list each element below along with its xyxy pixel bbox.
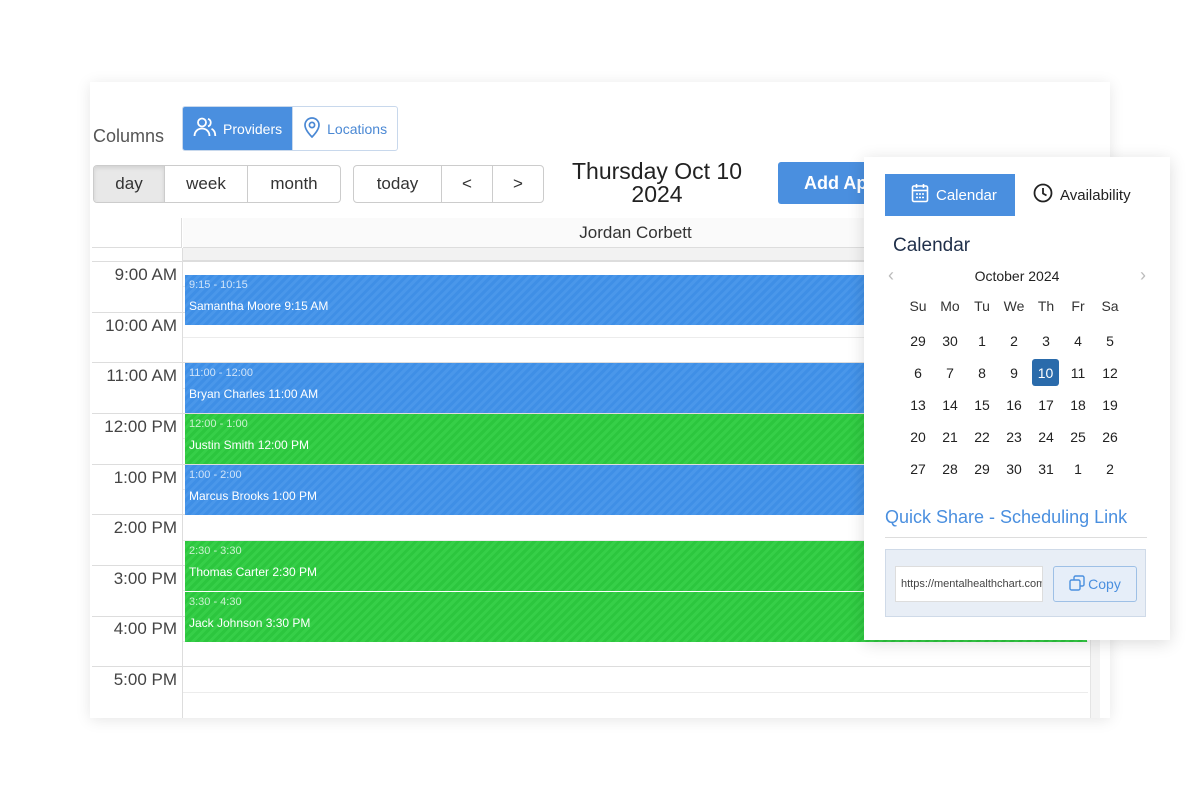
quick-share-title: Quick Share - Scheduling Link: [885, 507, 1128, 527]
mini-calendar-day[interactable]: 20: [902, 421, 934, 453]
time-label: 9:00 AM: [114, 265, 177, 284]
chevron-right-icon[interactable]: ›: [1140, 265, 1146, 285]
weekday-label: Fr: [1071, 298, 1085, 314]
calendar-icon: [911, 183, 929, 207]
tab-availability[interactable]: Availability: [1015, 174, 1131, 216]
mini-calendar-header: ‹ October 2024 ›: [886, 265, 1148, 287]
view-switcher: day week month: [93, 165, 341, 203]
columns-label: Columns: [93, 126, 165, 146]
mini-calendar-day[interactable]: 30: [998, 453, 1030, 485]
week-view-button[interactable]: week: [164, 166, 247, 202]
tab-calendar[interactable]: Calendar: [885, 174, 1015, 216]
mini-calendar-day[interactable]: 18: [1062, 389, 1094, 421]
mini-calendar-day[interactable]: 3: [1030, 325, 1062, 357]
tab-calendar-label: Calendar: [936, 186, 997, 204]
mini-calendar-day[interactable]: 28: [934, 453, 966, 485]
mini-calendar-day[interactable]: 29: [966, 453, 998, 485]
gutter-header: [92, 218, 182, 248]
time-label: 4:00 PM: [113, 619, 177, 638]
location-pin-icon: [303, 116, 321, 141]
copy-button[interactable]: Copy: [1053, 566, 1137, 602]
month-label: October 2024: [974, 268, 1060, 284]
users-icon: [193, 116, 217, 141]
weekday-label: Su: [909, 298, 927, 314]
copy-icon: [1069, 574, 1085, 594]
weekday-label: Mo: [940, 298, 960, 314]
time-label: 2:00 PM: [113, 518, 177, 537]
half-hour-line: [183, 692, 1088, 693]
mini-calendar-day[interactable]: 16: [998, 389, 1030, 421]
time-label: 12:00 PM: [104, 417, 177, 436]
mini-calendar-day[interactable]: 7: [934, 357, 966, 389]
columns-locations-button[interactable]: Locations: [292, 107, 397, 150]
date-title-line1: Thursday Oct 10: [571, 158, 743, 184]
mini-calendar-day[interactable]: 2: [1094, 453, 1126, 485]
mini-calendar-day[interactable]: 31: [1030, 453, 1062, 485]
mini-calendar-day[interactable]: 8: [966, 357, 998, 389]
tab-availability-label: Availability: [1060, 186, 1131, 204]
mini-calendar-day[interactable]: 25: [1062, 421, 1094, 453]
mini-calendar-day[interactable]: 24: [1030, 421, 1062, 453]
columns-providers-button[interactable]: Providers: [183, 107, 293, 150]
today-button[interactable]: today: [354, 166, 441, 202]
time-label: 11:00 AM: [106, 366, 177, 385]
mini-calendar-day[interactable]: 10: [1032, 359, 1059, 386]
time-label: 5:00 PM: [113, 670, 177, 689]
month-view-button[interactable]: month: [247, 166, 340, 202]
time-label: 10:00 AM: [105, 316, 177, 335]
hour-line: [92, 666, 1100, 667]
date-title: Thursday Oct 10 2024: [552, 160, 762, 206]
previous-button[interactable]: <: [441, 166, 492, 202]
mini-calendar-day[interactable]: 14: [934, 389, 966, 421]
next-button[interactable]: >: [492, 166, 543, 202]
day-grid-mini: 29 30 1 2 3 4 5 6 7 8 9 10 11 12 13 14 15 16 17 18 19 20 21 22 2…: [902, 325, 1148, 485]
mini-calendar-day[interactable]: 5: [1094, 325, 1126, 357]
panel-heading: Calendar: [893, 235, 971, 256]
weekday-label: Th: [1037, 298, 1055, 314]
mini-calendar-day[interactable]: 27: [902, 453, 934, 485]
mini-calendar-day[interactable]: 23: [998, 421, 1030, 453]
mini-calendar-day[interactable]: 1: [966, 325, 998, 357]
mini-calendar-day[interactable]: 22: [966, 421, 998, 453]
date-navigation: today < >: [353, 165, 544, 203]
chevron-left-icon[interactable]: ‹: [888, 265, 894, 285]
panel-tabs: Calendar Availability: [885, 174, 1131, 216]
mini-calendar-day[interactable]: 13: [902, 389, 934, 421]
mini-calendar-day[interactable]: 12: [1094, 357, 1126, 389]
mini-calendar-day[interactable]: 17: [1030, 389, 1062, 421]
mini-calendar-day[interactable]: 1: [1062, 453, 1094, 485]
time-label: 3:00 PM: [113, 569, 177, 588]
time-label: 1:00 PM: [113, 468, 177, 487]
mini-calendar-day[interactable]: 15: [966, 389, 998, 421]
scheduling-link-field[interactable]: https://mentalhealthchart.com: [895, 566, 1043, 602]
clock-icon: [1033, 183, 1053, 207]
mini-calendar-day[interactable]: 9: [998, 357, 1030, 389]
weekday-label: We: [1003, 298, 1025, 314]
day-view-button[interactable]: day: [94, 166, 164, 202]
columns-toggle: Providers Locations: [182, 106, 399, 151]
weekday-label: Tu: [974, 298, 990, 314]
mini-calendar-day[interactable]: 19: [1094, 389, 1126, 421]
mini-calendar: ‹ October 2024 › Su Mo Tu We Th Fr Sa 29…: [886, 265, 1148, 485]
mini-calendar-day[interactable]: 2: [998, 325, 1030, 357]
mini-calendar-day[interactable]: 4: [1062, 325, 1094, 357]
providers-label: Providers: [223, 120, 283, 137]
weekday-row: Su Mo Tu We Th Fr Sa: [902, 293, 1148, 319]
copy-label: Copy: [1088, 576, 1121, 592]
mini-calendar-day[interactable]: 29: [902, 325, 934, 357]
divider: [885, 537, 1147, 538]
date-title-line2: 2024: [631, 181, 683, 207]
quick-share-box: https://mentalhealthchart.com Copy: [885, 549, 1146, 617]
mini-calendar-day[interactable]: 11: [1062, 357, 1094, 389]
mini-calendar-day[interactable]: 6: [902, 357, 934, 389]
mini-calendar-day[interactable]: 21: [934, 421, 966, 453]
mini-calendar-day[interactable]: 26: [1094, 421, 1126, 453]
weekday-label: Sa: [1101, 298, 1119, 314]
mini-calendar-day[interactable]: 30: [934, 325, 966, 357]
side-panel: Calendar Availability Calendar ‹ October…: [864, 157, 1170, 640]
locations-label: Locations: [327, 120, 388, 137]
